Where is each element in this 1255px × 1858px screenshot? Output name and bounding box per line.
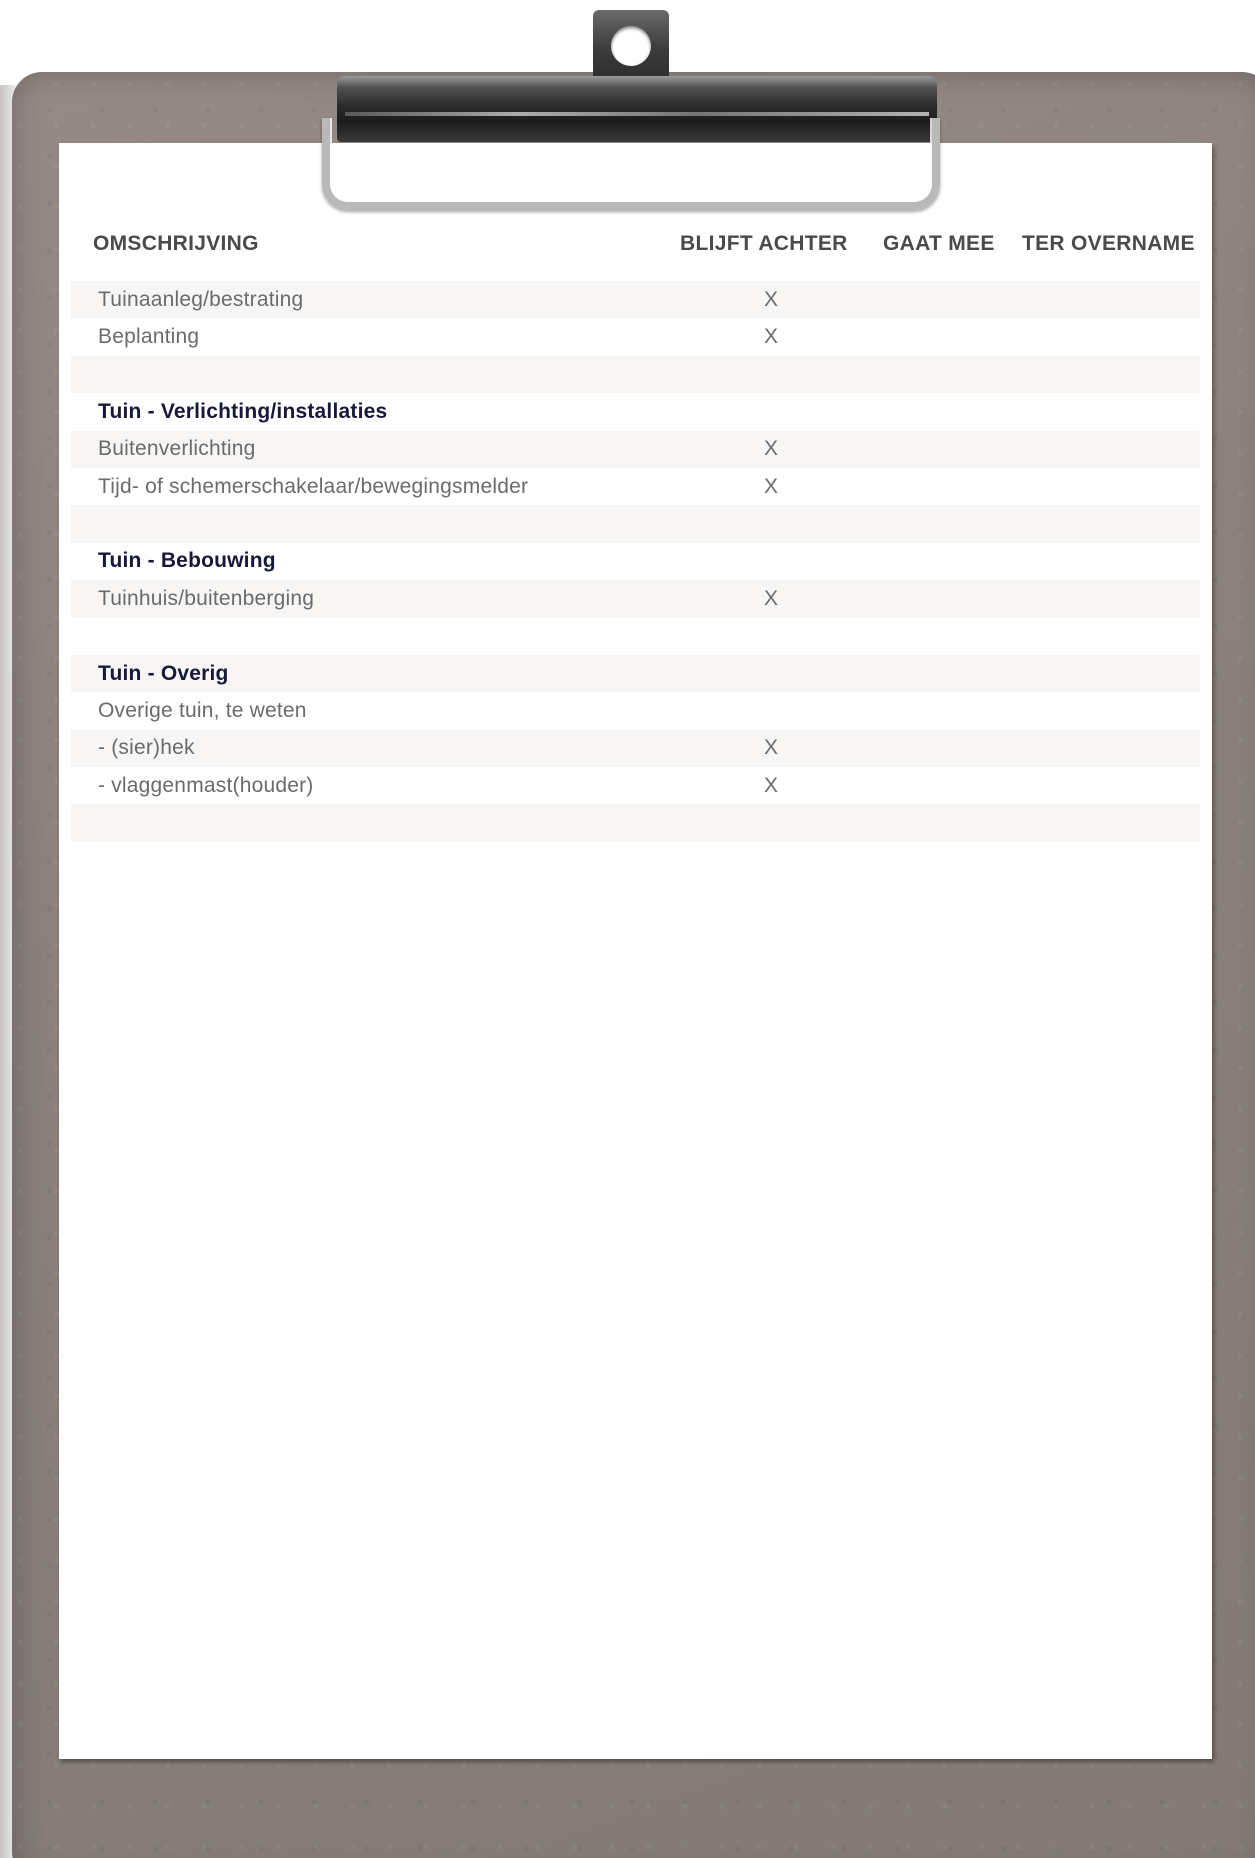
table-row: - (sier)hek X [71,729,1200,768]
header-stays: BLIJFT ACHTER [680,232,848,255]
row-description: Tuinhuis/buitenberging [98,586,315,610]
stays-mark: X [764,586,779,610]
row-description: Tuinaanleg/bestrating [98,287,304,311]
spacer-row [71,355,1200,394]
table-row: Buitenverlichting X [71,430,1200,468]
stays-mark: X [764,287,779,311]
header-goes: GAAT MEE [883,232,995,255]
section-title: Tuin - Verlichting/installaties [98,399,388,423]
row-description: Buitenverlichting [98,437,256,461]
stays-mark: X [764,736,779,760]
header-takeover: TER OVERNAME [1022,232,1195,255]
table-row: Beplanting X [71,318,1200,355]
row-description: Tijd- of schemerschakelaar/bewegingsmeld… [98,474,529,498]
section-title: Tuin - Overig [98,661,229,685]
section-header-row: Tuin - Overig [71,654,1200,693]
spacer-row [71,618,1200,655]
spacer-row [71,505,1200,543]
row-description: - (sier)hek [98,736,195,760]
row-description: - vlaggenmast(houder) [98,773,314,797]
clip-wire-highlight [330,118,932,202]
table-row: Tuinaanleg/bestrating X [71,281,1200,319]
table-row: Tuinhuis/buitenberging X [71,580,1200,618]
stays-mark: X [764,474,779,498]
table-row: Overige tuin, te weten [71,692,1200,729]
header-description: OMSCHRIJVING [93,232,259,255]
row-description: Beplanting [98,325,200,349]
section-header-row: Tuin - Verlichting/installaties [71,393,1200,430]
table-body: Tuinaanleg/bestrating X Beplanting X Tuin - … [71,281,1200,842]
table-row: - vlaggenmast(houder) X [71,767,1200,804]
table-header: OMSCHRIJVING BLIJFT ACHTER GAAT MEE TER … [71,232,1211,256]
row-description: Overige tuin, te weten [98,698,307,722]
table-row: Tijd- of schemerschakelaar/bewegingsmeld… [71,468,1200,505]
spacer-row [71,804,1200,842]
section-title: Tuin - Bebouwing [98,549,276,573]
clip-bar-highlight [345,112,929,116]
stays-mark: X [764,773,779,797]
clipboard-scene: OMSCHRIJVING BLIJFT ACHTER GAAT MEE TER … [0,0,1255,1858]
stays-mark: X [764,325,779,349]
clip-hanger-hole [611,26,651,66]
section-header-row: Tuin - Bebouwing [71,543,1200,580]
stays-mark: X [764,437,779,461]
